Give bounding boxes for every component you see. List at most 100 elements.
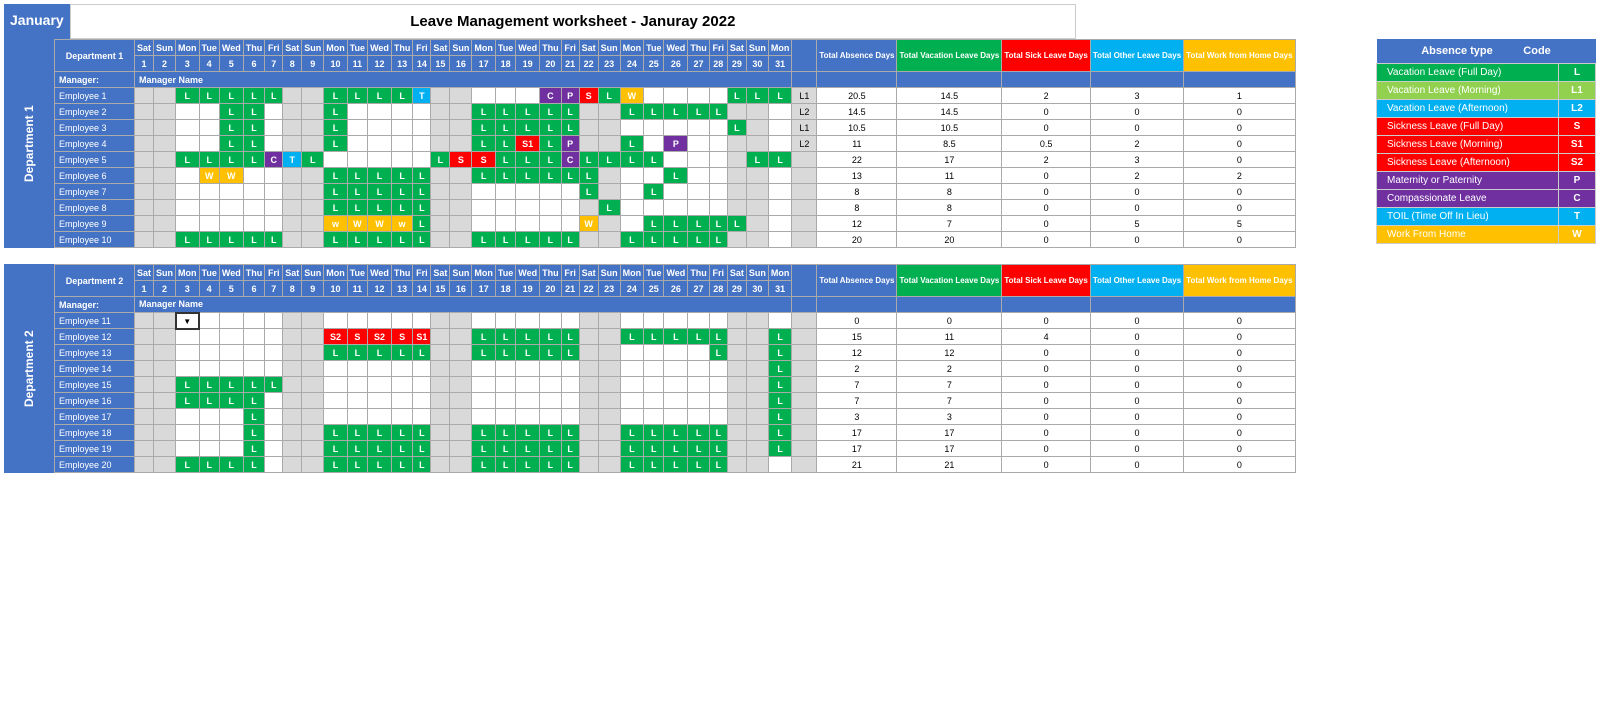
- empty-cell[interactable]: [516, 377, 540, 393]
- empty-cell[interactable]: [324, 361, 348, 377]
- leave-cell[interactable]: S: [347, 329, 367, 345]
- empty-cell[interactable]: [561, 377, 579, 393]
- empty-cell[interactable]: [709, 377, 727, 393]
- empty-cell[interactable]: [176, 216, 200, 232]
- empty-cell[interactable]: [176, 345, 200, 361]
- leave-cell[interactable]: L: [324, 168, 348, 184]
- leave-cell[interactable]: W: [620, 88, 644, 104]
- leave-cell[interactable]: L: [664, 329, 688, 345]
- empty-cell[interactable]: [768, 104, 792, 120]
- empty-cell[interactable]: [265, 136, 283, 152]
- leave-cell[interactable]: L: [347, 88, 367, 104]
- leave-cell[interactable]: L: [368, 425, 392, 441]
- leave-cell[interactable]: L: [219, 88, 243, 104]
- leave-cell[interactable]: L: [347, 200, 367, 216]
- leave-cell[interactable]: L: [347, 232, 367, 248]
- leave-cell[interactable]: L: [768, 329, 792, 345]
- leave-cell[interactable]: C: [540, 88, 562, 104]
- empty-cell[interactable]: [219, 361, 243, 377]
- empty-cell[interactable]: [391, 136, 413, 152]
- leave-cell[interactable]: L: [688, 232, 710, 248]
- leave-cell[interactable]: L: [664, 216, 688, 232]
- empty-cell[interactable]: [620, 313, 644, 329]
- leave-cell[interactable]: L: [664, 232, 688, 248]
- empty-cell[interactable]: [391, 120, 413, 136]
- leave-cell[interactable]: L: [219, 152, 243, 168]
- empty-cell[interactable]: [516, 88, 540, 104]
- empty-cell[interactable]: [495, 393, 515, 409]
- leave-cell[interactable]: L: [495, 457, 515, 473]
- empty-cell[interactable]: [324, 393, 348, 409]
- leave-cell[interactable]: L: [413, 425, 431, 441]
- empty-cell[interactable]: [472, 393, 496, 409]
- empty-cell[interactable]: [495, 313, 515, 329]
- leave-cell[interactable]: L: [472, 457, 496, 473]
- leave-cell[interactable]: L: [243, 136, 265, 152]
- empty-cell[interactable]: [644, 409, 664, 425]
- leave-cell[interactable]: L: [219, 136, 243, 152]
- empty-cell[interactable]: [391, 152, 413, 168]
- leave-cell[interactable]: L: [472, 345, 496, 361]
- empty-cell[interactable]: [644, 313, 664, 329]
- leave-cell[interactable]: L: [413, 184, 431, 200]
- leave-cell[interactable]: L: [620, 425, 644, 441]
- leave-cell[interactable]: L: [347, 441, 367, 457]
- leave-cell[interactable]: L: [644, 425, 664, 441]
- leave-cell[interactable]: L: [495, 104, 515, 120]
- leave-cell[interactable]: L: [644, 441, 664, 457]
- leave-cell[interactable]: L: [620, 457, 644, 473]
- empty-cell[interactable]: [347, 361, 367, 377]
- empty-cell[interactable]: [495, 216, 515, 232]
- empty-cell[interactable]: [688, 168, 710, 184]
- empty-cell[interactable]: [413, 120, 431, 136]
- leave-cell[interactable]: L: [620, 329, 644, 345]
- empty-cell[interactable]: [664, 152, 688, 168]
- empty-cell[interactable]: [768, 120, 792, 136]
- empty-cell[interactable]: [472, 200, 496, 216]
- empty-cell[interactable]: [243, 200, 265, 216]
- leave-cell[interactable]: L: [664, 425, 688, 441]
- leave-cell[interactable]: S2: [324, 329, 348, 345]
- leave-cell[interactable]: L: [768, 345, 792, 361]
- leave-cell[interactable]: L: [540, 152, 562, 168]
- empty-cell[interactable]: [516, 361, 540, 377]
- empty-cell[interactable]: [265, 393, 283, 409]
- leave-cell[interactable]: L: [347, 425, 367, 441]
- empty-cell[interactable]: [347, 120, 367, 136]
- empty-cell[interactable]: [413, 313, 431, 329]
- empty-cell[interactable]: [324, 152, 348, 168]
- leave-cell[interactable]: L: [199, 393, 219, 409]
- leave-cell[interactable]: L: [495, 441, 515, 457]
- leave-cell[interactable]: L: [688, 104, 710, 120]
- empty-cell[interactable]: [688, 377, 710, 393]
- leave-cell[interactable]: L: [302, 152, 324, 168]
- leave-cell[interactable]: L: [243, 393, 265, 409]
- leave-cell[interactable]: W: [219, 168, 243, 184]
- leave-cell[interactable]: L: [368, 88, 392, 104]
- empty-cell[interactable]: [644, 120, 664, 136]
- empty-cell[interactable]: [540, 200, 562, 216]
- leave-cell[interactable]: L: [368, 441, 392, 457]
- empty-cell[interactable]: [176, 409, 200, 425]
- empty-cell[interactable]: [540, 377, 562, 393]
- leave-cell[interactable]: L: [347, 457, 367, 473]
- leave-cell[interactable]: L: [768, 393, 792, 409]
- empty-cell[interactable]: [709, 168, 727, 184]
- leave-cell[interactable]: L: [219, 377, 243, 393]
- leave-cell[interactable]: L: [324, 88, 348, 104]
- leave-cell[interactable]: L: [472, 425, 496, 441]
- leave-cell[interactable]: L: [561, 168, 579, 184]
- leave-cell[interactable]: L: [516, 329, 540, 345]
- empty-cell[interactable]: [516, 184, 540, 200]
- leave-cell[interactable]: L: [540, 104, 562, 120]
- leave-cell[interactable]: L: [243, 377, 265, 393]
- leave-cell[interactable]: L: [688, 216, 710, 232]
- empty-cell[interactable]: [219, 409, 243, 425]
- leave-cell[interactable]: L: [347, 168, 367, 184]
- leave-cell[interactable]: L: [472, 329, 496, 345]
- leave-cell[interactable]: L: [561, 104, 579, 120]
- empty-cell[interactable]: [243, 216, 265, 232]
- leave-cell[interactable]: L: [768, 377, 792, 393]
- empty-cell[interactable]: [265, 441, 283, 457]
- leave-cell[interactable]: L: [688, 329, 710, 345]
